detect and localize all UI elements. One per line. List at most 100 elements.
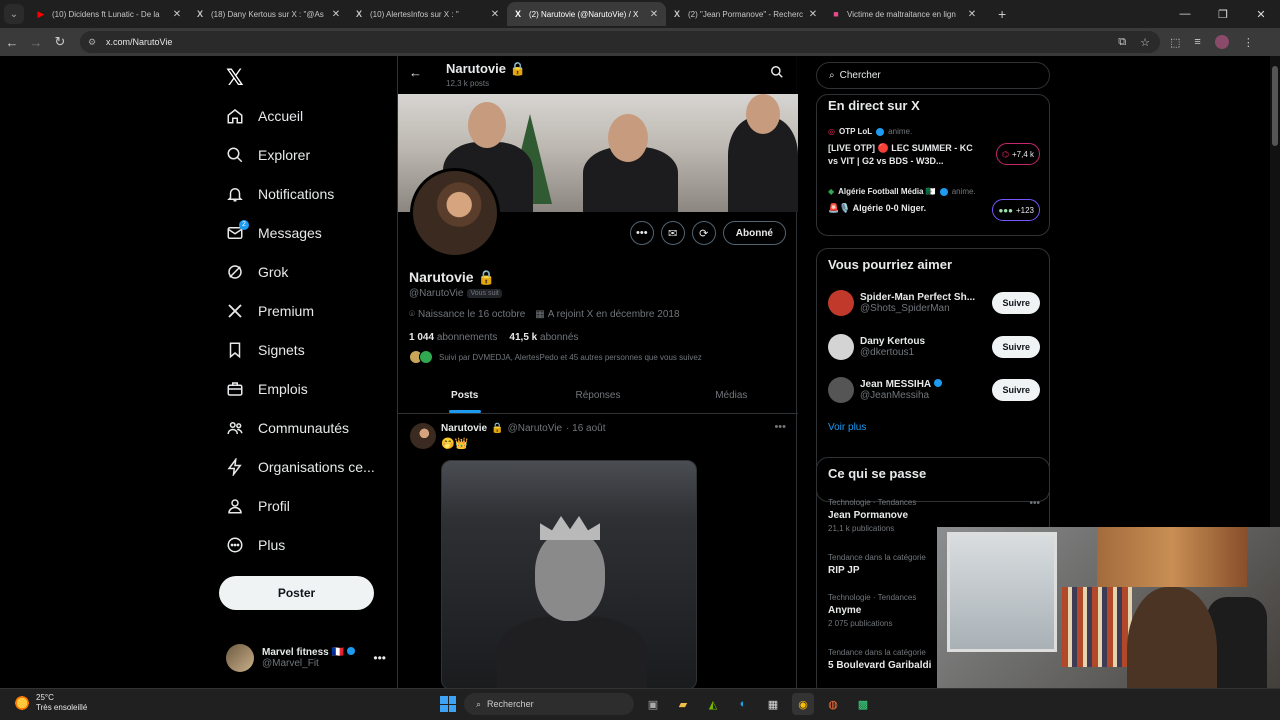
followed-by-link[interactable]: Suivi par DVMEDJA, AlertesPedo et 45 aut… [409,350,702,364]
avatar[interactable] [410,423,436,449]
x-logo-icon[interactable]: 𝕏 [226,65,244,91]
sidebar-item-signets[interactable]: Signets [226,335,305,365]
close-tab-icon[interactable]: ✕ [966,9,978,20]
follow-button[interactable]: Suivre [992,336,1040,358]
firefox-icon[interactable]: ◍ [822,693,844,715]
browser-profile-avatar[interactable] [1214,35,1229,49]
install-app-icon[interactable]: ⧉ [1118,36,1126,49]
windows-start-icon[interactable] [440,696,456,712]
site-info-icon[interactable]: ⚙ [88,37,98,48]
browser-tab[interactable]: X (18) Dany Kertous sur X : "@As ✕ [189,2,348,26]
extensions-icon[interactable]: ⬚ [1170,36,1180,49]
store-icon[interactable]: ▦ [762,693,784,715]
search-icon [226,146,244,164]
trend-name: Jean Pormanove [828,510,909,521]
browser-tab[interactable]: ■ Victime de maltraitance en lign ✕ [825,2,984,26]
nvidia-icon[interactable]: ◭ [702,693,724,715]
verified-badge-icon [346,647,355,655]
followed-by-avatars [409,350,433,364]
browser-tab[interactable]: X (2) "Jean Pormanove" - Recherc ✕ [666,2,825,26]
close-window-icon[interactable]: ✕ [1242,8,1280,21]
browser-tab-active[interactable]: X (2) Narutovie (@NarutoVie) / X ✕ [507,2,666,26]
browser-menu-icon[interactable]: ⋮ [1243,36,1254,49]
x-icon: X [196,9,203,19]
following-button[interactable]: Abonné [722,221,786,245]
close-tab-icon[interactable]: ✕ [648,9,660,20]
live-item[interactable]: ◆ Algérie Football Média 🇩🇿 anime. 🚨🎙️ Alg… [828,187,1040,221]
avatar[interactable] [828,334,854,360]
tweet-author[interactable]: Narutovie [441,423,487,434]
follow-button[interactable]: Suivre [992,292,1040,314]
more-horizontal-icon[interactable]: ••• [373,651,386,665]
task-view-icon[interactable]: ▣ [642,693,664,715]
tweet-handle[interactable]: @NarutoVie [508,423,562,434]
more-horizontal-icon[interactable]: ••• [774,421,786,433]
tab-title: (10) Dicidens ft Lunatic - De la [52,9,160,19]
sidebar-item-emplois[interactable]: Emplois [226,374,308,404]
reload-icon[interactable]: ↻ [48,34,72,50]
sidebar-item-explorer[interactable]: Explorer [226,140,310,170]
avatar[interactable] [828,290,854,316]
sidebar-item-profil[interactable]: Profil [226,491,290,521]
edge-icon[interactable]: ◐ [732,693,754,715]
new-tab-button[interactable]: + [998,6,1006,22]
post-button[interactable]: Poster [219,576,374,610]
sidebar-item-accueil[interactable]: Accueil [226,101,303,131]
close-tab-icon[interactable]: ✕ [171,9,183,20]
search-icon[interactable] [770,65,784,79]
subscribe-notifications-button[interactable]: ⟳ [691,221,716,245]
sidebar-item-premium[interactable]: Premium [226,296,314,326]
live-item[interactable]: ◎ OTP LoL anime. [LIVE OTP] 🔴 LEC SUMMER -… [828,127,1040,168]
tweet-image[interactable] [441,460,697,688]
search-input[interactable]: ⌕ Chercher [816,62,1050,89]
following-link[interactable]: 1 044 abonnements [409,332,497,343]
suggestion-row[interactable]: Jean MESSIHA @JeanMessiha Suivre [828,373,1040,407]
back-arrow-icon[interactable]: ← [409,65,422,80]
live-count: +123 [1015,205,1034,215]
minimize-icon[interactable]: — [1166,8,1204,20]
chrome-icon[interactable]: ◉ [792,693,814,715]
sidebar-item-grok[interactable]: Grok [226,257,288,287]
weather-widget[interactable]: 25°C Très ensoleillé [14,693,87,713]
sidebar-item-notifications[interactable]: Notifications [226,179,334,209]
tweet-date[interactable]: · 16 août [566,423,605,434]
close-tab-icon[interactable]: ✕ [330,9,342,20]
bookmark-star-icon[interactable]: ☆ [1140,36,1150,49]
tab-search-button[interactable]: ⌄ [4,4,24,24]
tweet[interactable]: Narutovie 🔒 @NarutoVie · 16 août ••• 🤭👑 [398,415,798,688]
tab-media[interactable]: Médias [665,378,798,413]
file-explorer-icon[interactable]: ▰ [672,693,694,715]
suggestion-row[interactable]: Spider-Man Perfect Sh... @Shots_SpiderMan… [828,286,1040,320]
browser-tab[interactable]: X (10) AlertesInfos sur X : " ✕ [348,2,507,26]
avatar[interactable] [828,377,854,403]
see-more-link[interactable]: Voir plus [828,422,866,433]
account-switcher[interactable]: Marvel fitness 🇫🇷 @Marvel_Fit ••• [226,641,386,675]
sidebar-item-organisations[interactable]: Organisations ce... [226,452,375,482]
tab-replies[interactable]: Réponses [531,378,664,413]
forward-icon[interactable]: → [24,35,48,50]
tab-posts[interactable]: Posts [398,378,531,413]
following-label: abonnements [436,332,498,343]
live-avatars-icon: ⌬ [1002,149,1009,159]
follow-button[interactable]: Suivre [992,379,1040,401]
sidebar-item-messages[interactable]: 2 Messages [226,218,322,248]
browser-tab[interactable]: ▶ (10) Dicidens ft Lunatic - De la ✕ [30,2,189,26]
address-bar[interactable]: ⚙ x.com/NarutoVie ⧉ ☆ [80,31,1160,53]
sidebar-item-plus[interactable]: Plus [226,530,285,560]
reading-list-icon[interactable]: ≡ [1194,36,1200,48]
close-tab-icon[interactable]: ✕ [489,9,501,20]
followers-link[interactable]: 41,5 k abonnés [509,332,578,343]
back-icon[interactable]: ← [0,35,24,50]
more-horizontal-icon[interactable]: ••• [1029,498,1040,509]
message-button[interactable]: ✉ [660,221,685,245]
maximize-icon[interactable]: ❐ [1204,8,1242,21]
scrollbar-thumb[interactable] [1272,66,1278,146]
more-circle-icon [226,536,244,554]
android-app-icon[interactable]: ▩ [852,693,874,715]
sidebar-item-communautes[interactable]: Communautés [226,413,349,443]
more-options-button[interactable]: ••• [629,221,654,245]
profile-avatar[interactable] [410,168,500,258]
suggestion-row[interactable]: Dany Kertous @dkertous1 Suivre [828,330,1040,364]
close-tab-icon[interactable]: ✕ [807,9,819,20]
taskbar-search[interactable]: ⌕ Rechercher [464,693,634,715]
